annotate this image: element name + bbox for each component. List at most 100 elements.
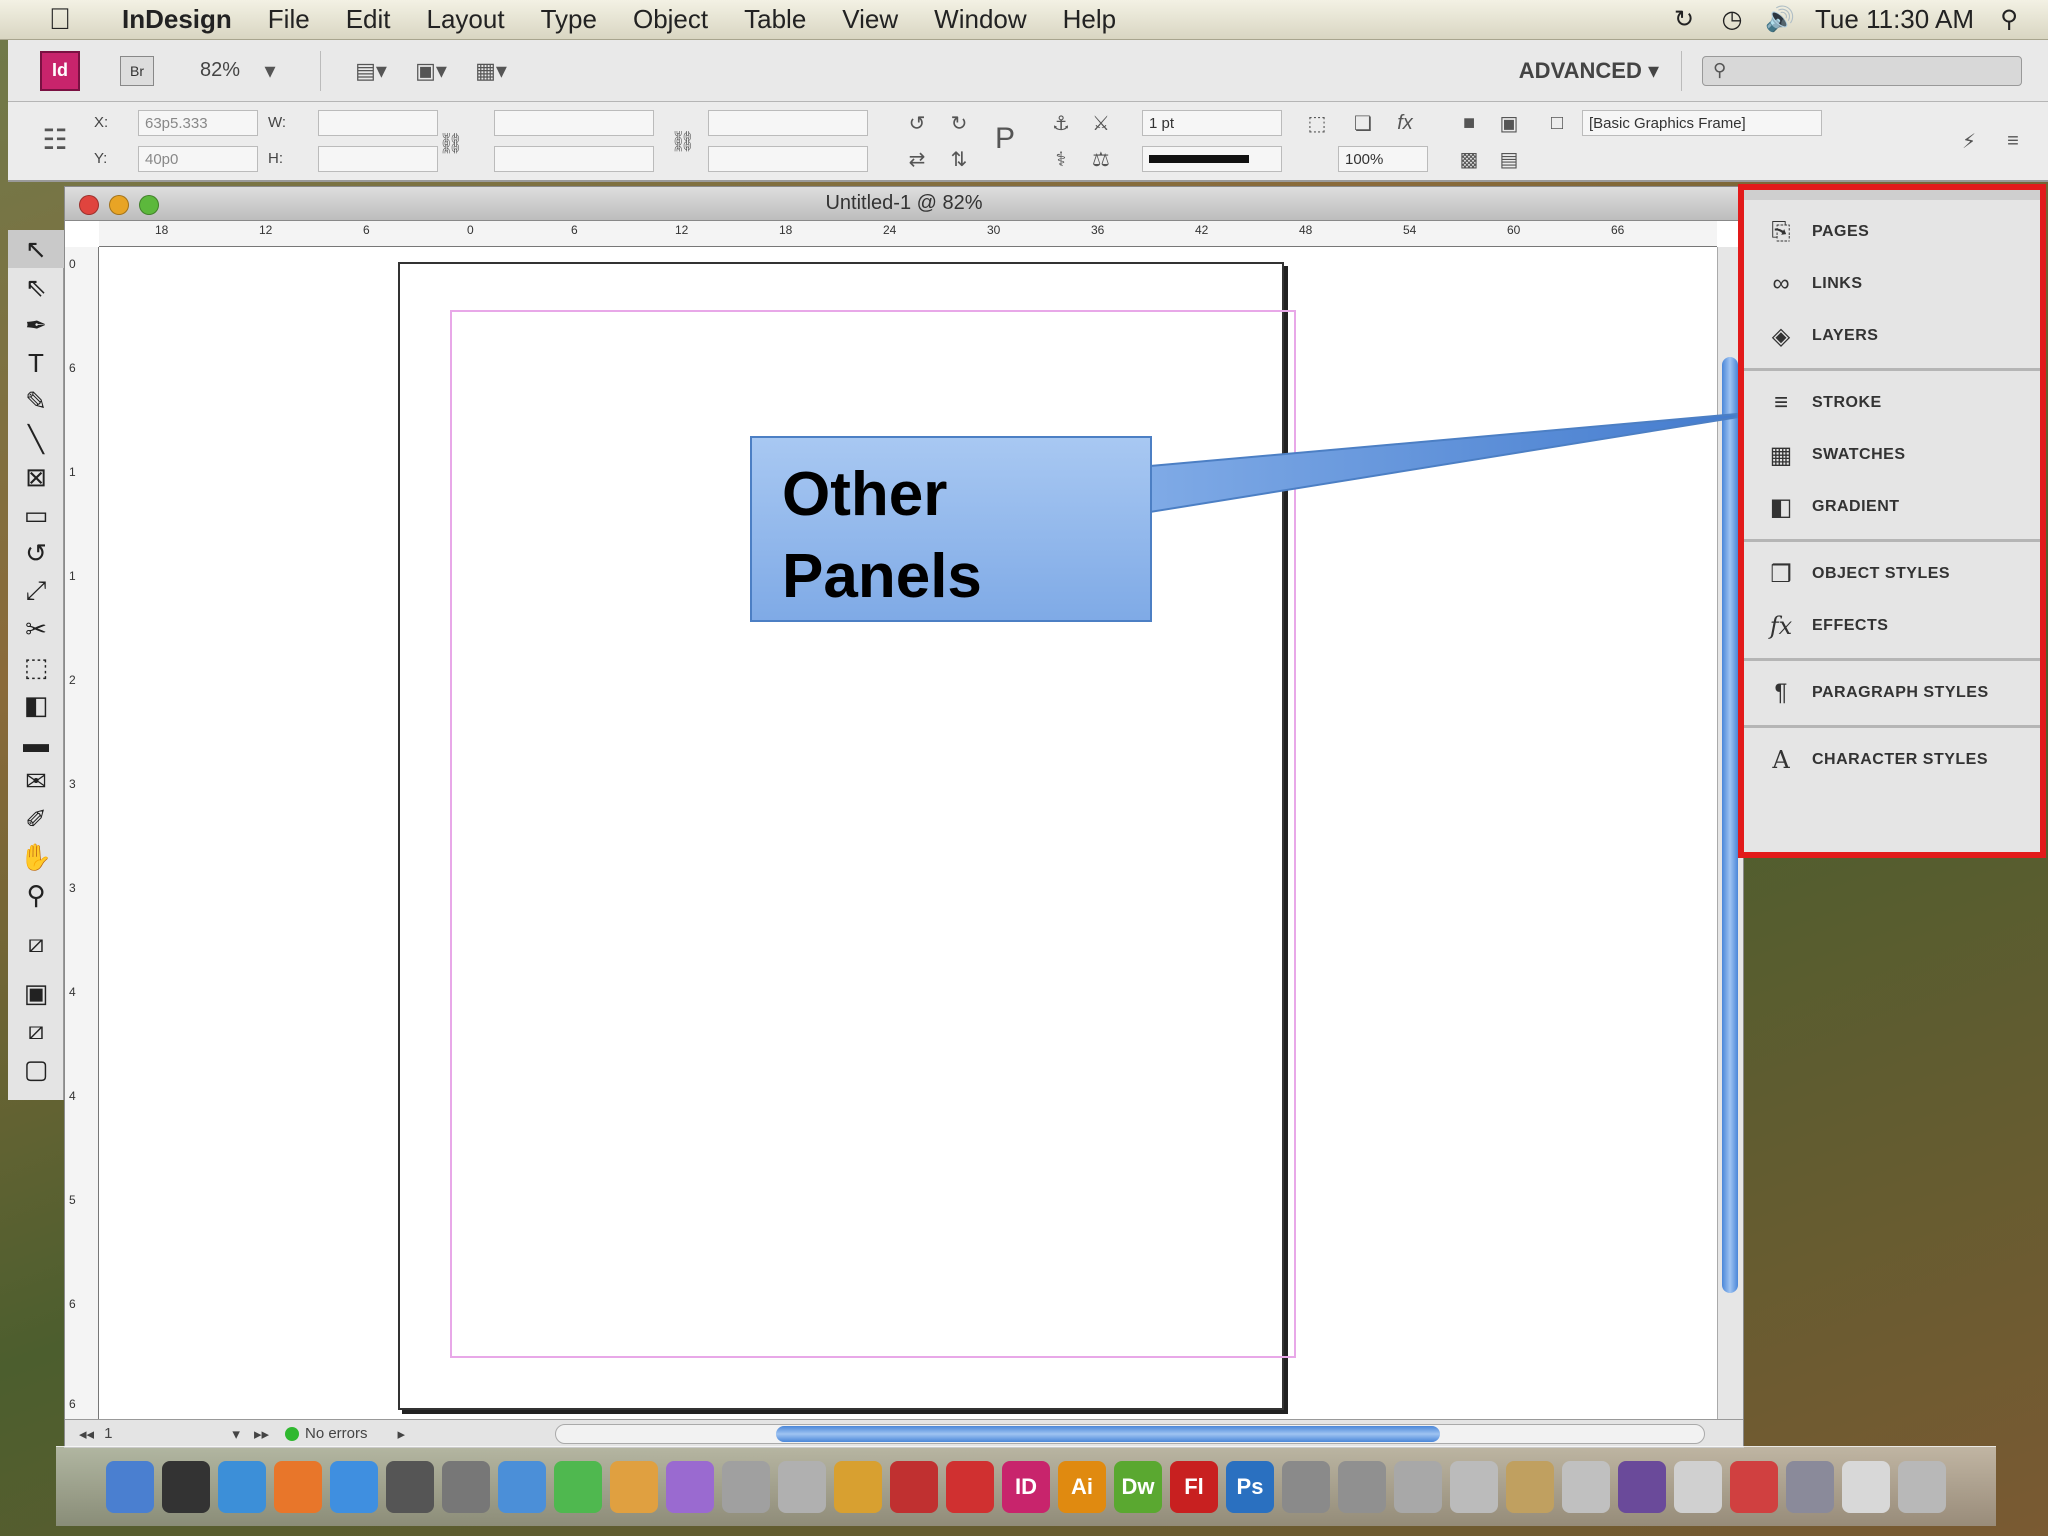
dock-app-safari[interactable] bbox=[330, 1460, 378, 1513]
rectangle-frame-tool-icon[interactable]: ⊠ bbox=[8, 458, 64, 496]
hand-tool-icon[interactable]: ✋ bbox=[8, 838, 64, 876]
panel-menu-icon[interactable]: ≡ bbox=[2000, 128, 2026, 154]
free-transform-tool-icon[interactable]: ⬚ bbox=[8, 648, 64, 686]
dock-app-itunes[interactable] bbox=[218, 1460, 266, 1513]
dock-app-app-doc[interactable] bbox=[1674, 1460, 1722, 1513]
constrain-proportions-icon[interactable]: ⛓ bbox=[438, 130, 464, 156]
dock-app-illustrator[interactable]: Ai bbox=[1058, 1460, 1106, 1513]
menu-layout[interactable]: Layout bbox=[409, 4, 523, 35]
fill-stroke-icon[interactable]: ⧄ bbox=[8, 914, 64, 974]
arrange-documents-icon[interactable]: ▦▾ bbox=[461, 56, 521, 86]
apply-none-icon[interactable]: ⧄ bbox=[8, 1012, 64, 1050]
select-container-icon[interactable]: ⚓ bbox=[1048, 110, 1074, 136]
fill-frame-icon[interactable]: ▩ bbox=[1456, 146, 1482, 172]
dock-app-app-clip[interactable] bbox=[1450, 1460, 1498, 1513]
dock-app-app-paint[interactable] bbox=[610, 1460, 658, 1513]
selection-tool-icon[interactable]: ↖ bbox=[8, 230, 64, 268]
y-field[interactable]: 40p0 bbox=[138, 146, 258, 172]
center-content-icon[interactable]: ▤ bbox=[1496, 146, 1522, 172]
rectangle-tool-icon[interactable]: ▭ bbox=[8, 496, 64, 534]
page-number-field[interactable]: 1 bbox=[104, 1425, 112, 1442]
line-tool-icon[interactable]: ╲ bbox=[8, 420, 64, 458]
dock-app-app-sheet[interactable] bbox=[1562, 1460, 1610, 1513]
bridge-button[interactable]: Br bbox=[120, 55, 154, 86]
dock-app-app-stack[interactable] bbox=[1786, 1460, 1834, 1513]
menu-type[interactable]: Type bbox=[523, 4, 615, 35]
vertical-ruler[interactable]: 0 6 1 1 2 3 3 4 4 5 6 6 bbox=[65, 247, 99, 1421]
menu-object[interactable]: Object bbox=[615, 4, 726, 35]
frame-fitting-icon[interactable]: ▣ bbox=[1496, 110, 1522, 136]
dock-app-app-network[interactable] bbox=[1338, 1460, 1386, 1513]
x-field[interactable]: 63p5.333 bbox=[138, 110, 258, 136]
w-field[interactable] bbox=[318, 110, 438, 136]
dock-app-app-purple[interactable] bbox=[666, 1460, 714, 1513]
gradient-swatch-tool-icon[interactable]: ◧ bbox=[8, 686, 64, 724]
dock-app-firefox[interactable] bbox=[274, 1460, 322, 1513]
scale-x-field[interactable] bbox=[494, 110, 654, 136]
rotate-ccw-icon[interactable]: ↺ bbox=[904, 110, 930, 136]
spotlight-icon[interactable]: ⚲ bbox=[1996, 6, 2022, 33]
dock-app-photoshop[interactable]: Ps bbox=[1226, 1460, 1274, 1513]
dock-app-acrobat-reader[interactable] bbox=[946, 1460, 994, 1513]
object-style-select[interactable]: [Basic Graphics Frame] bbox=[1582, 110, 1822, 136]
dock-app-app-pdf[interactable] bbox=[1730, 1460, 1778, 1513]
fitting-icon[interactable]: ⬚ bbox=[1304, 110, 1330, 136]
menu-app[interactable]: InDesign bbox=[98, 4, 250, 35]
horizontal-ruler[interactable]: 18 12 6 0 6 12 18 24 30 36 42 48 54 60 6… bbox=[99, 221, 1717, 247]
dock-app-app-cross[interactable] bbox=[1394, 1460, 1442, 1513]
scale-y-field[interactable] bbox=[494, 146, 654, 172]
menu-clock[interactable]: Tue 11:30 AM bbox=[1815, 4, 1974, 35]
dock-app-trash[interactable] bbox=[1898, 1460, 1946, 1513]
flip-horizontal-icon[interactable]: ⇄ bbox=[904, 146, 930, 172]
zoom-window-icon[interactable] bbox=[139, 195, 159, 215]
dock-app-app-monitor[interactable] bbox=[1618, 1460, 1666, 1513]
lightning-icon[interactable]: ⚡ bbox=[1956, 128, 1982, 154]
dock-app-app-table[interactable] bbox=[722, 1460, 770, 1513]
reference-point-icon[interactable]: ☷ bbox=[42, 124, 68, 155]
dock-app-app-note[interactable] bbox=[1842, 1460, 1890, 1513]
dock-app-calculator[interactable] bbox=[386, 1460, 434, 1513]
preflight-status[interactable]: No errors bbox=[285, 1425, 368, 1442]
dock-app-app-printer[interactable] bbox=[1282, 1460, 1330, 1513]
view-options-icon[interactable]: ▤▾ bbox=[341, 56, 401, 86]
zoom-dropdown-icon[interactable]: ▾ bbox=[240, 56, 300, 86]
menu-view[interactable]: View bbox=[824, 4, 916, 35]
page-nav-next-icon[interactable]: ▸▸ bbox=[254, 1425, 269, 1443]
screen-mode-icon[interactable]: ▣▾ bbox=[401, 56, 461, 86]
page-menu-icon[interactable]: ▾ bbox=[232, 1425, 240, 1443]
dock-app-indesign[interactable]: ID bbox=[1002, 1460, 1050, 1513]
text-wrap-icon[interactable]: ■ bbox=[1456, 110, 1482, 136]
menu-help[interactable]: Help bbox=[1045, 4, 1134, 35]
horizontal-scrollbar[interactable] bbox=[555, 1424, 1705, 1444]
drop-shadow-icon[interactable]: ❏ bbox=[1350, 110, 1376, 136]
dock-app-app-h[interactable] bbox=[554, 1460, 602, 1513]
zoom-level[interactable]: 82% bbox=[200, 59, 240, 82]
menu-file[interactable]: File bbox=[250, 4, 328, 35]
dock-app-acrobat[interactable] bbox=[890, 1460, 938, 1513]
paragraph-icon[interactable]: P bbox=[992, 122, 1018, 155]
select-previous-icon[interactable]: ⚖ bbox=[1088, 146, 1114, 172]
time-machine-icon[interactable]: ◷ bbox=[1719, 6, 1745, 33]
stroke-type-select[interactable] bbox=[1142, 146, 1282, 172]
document-title-bar[interactable]: Untitled-1 @ 82% bbox=[65, 187, 1743, 221]
rotation-field[interactable] bbox=[708, 110, 868, 136]
type-tool-icon[interactable]: T bbox=[8, 344, 64, 382]
dock-app-app-burst[interactable] bbox=[834, 1460, 882, 1513]
close-icon[interactable] bbox=[79, 195, 99, 215]
dock-app-app-stamp[interactable] bbox=[1506, 1460, 1554, 1513]
dock-app-flash[interactable]: Fl bbox=[1170, 1460, 1218, 1513]
scale-tool-icon[interactable]: ⤢ bbox=[8, 572, 64, 610]
menu-edit[interactable]: Edit bbox=[328, 4, 409, 35]
apple-menu-icon[interactable]:  bbox=[42, 3, 78, 36]
pencil-tool-icon[interactable]: ✎ bbox=[8, 382, 64, 420]
rotate-tool-icon[interactable]: ↺ bbox=[8, 534, 64, 572]
vertical-scroll-thumb[interactable] bbox=[1722, 357, 1738, 1293]
gradient-feather-tool-icon[interactable]: ▬ bbox=[8, 724, 64, 762]
eyedropper-tool-icon[interactable]: ✐ bbox=[8, 800, 64, 838]
effects-icon[interactable]: fx bbox=[1392, 110, 1418, 136]
horizontal-scroll-thumb[interactable] bbox=[776, 1426, 1440, 1442]
select-content-icon[interactable]: ⚕ bbox=[1048, 146, 1074, 172]
rotate-cw-icon[interactable]: ↻ bbox=[946, 110, 972, 136]
dock-app-dreamweaver[interactable]: Dw bbox=[1114, 1460, 1162, 1513]
dock-app-app-w[interactable] bbox=[498, 1460, 546, 1513]
